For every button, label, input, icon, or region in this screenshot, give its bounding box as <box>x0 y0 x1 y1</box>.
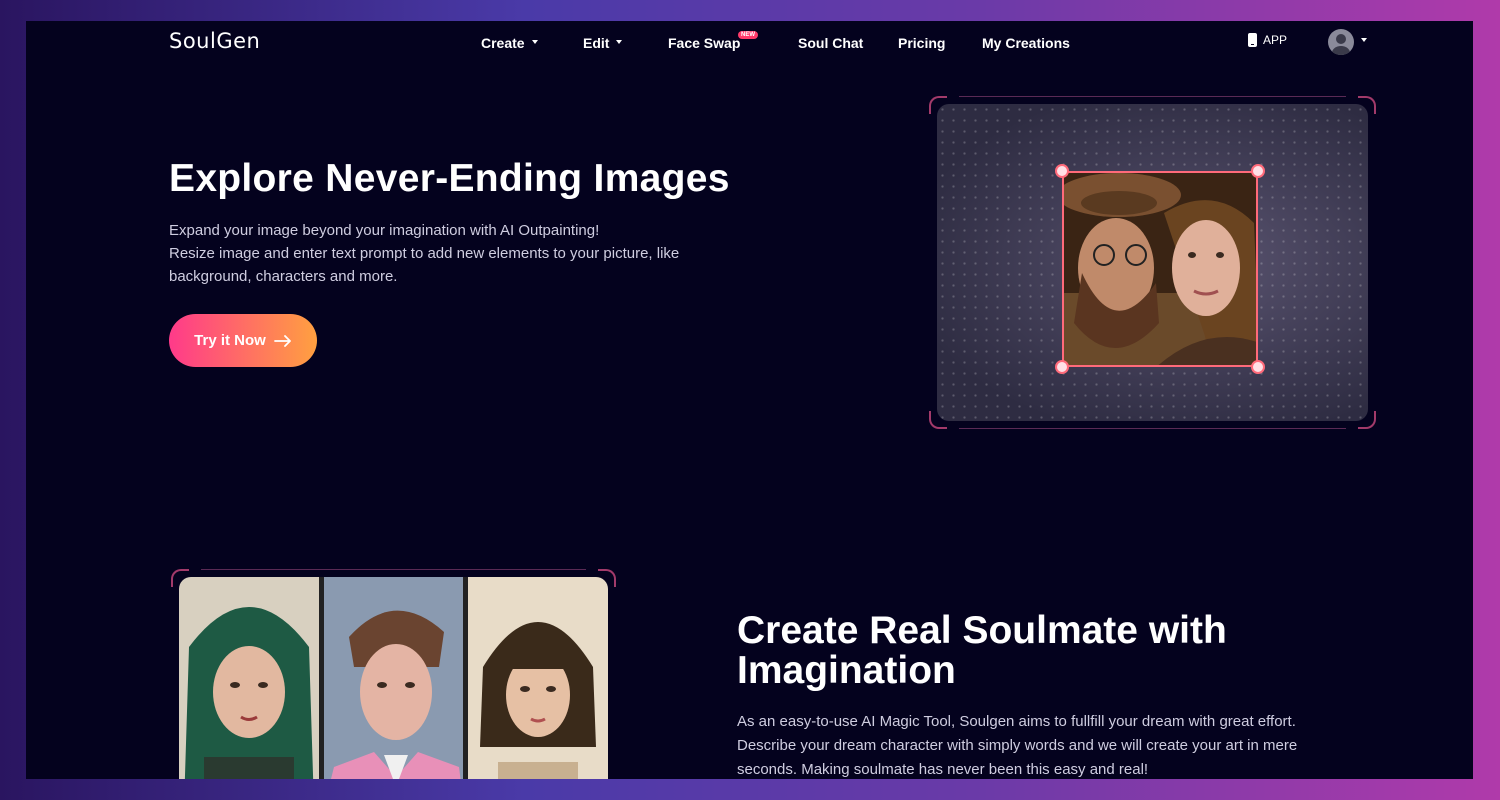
resize-handle-top-right[interactable] <box>1251 164 1265 178</box>
try-it-now-label: Try it Now <box>194 332 266 349</box>
hero-description: Expand your image beyond your imaginatio… <box>169 219 749 288</box>
page-frame: SoulGen Create Edit Face Swap NEW Soul C… <box>26 21 1473 779</box>
couple-illustration <box>1064 173 1256 365</box>
couple-photo <box>1062 171 1258 367</box>
hero-desc-line-1: Expand your image beyond your imaginatio… <box>169 222 600 239</box>
arrow-right-icon <box>273 334 291 347</box>
top-nav: SoulGen Create Edit Face Swap NEW Soul C… <box>26 21 1473 65</box>
nav-pricing[interactable]: Pricing <box>898 35 945 51</box>
gallery-image-bob-hair <box>468 577 608 779</box>
nav-create-label: Create <box>481 35 525 51</box>
logo[interactable]: SoulGen <box>169 29 260 53</box>
caret-down-icon <box>616 40 623 45</box>
nav-my-creations[interactable]: My Creations <box>982 35 1070 51</box>
resize-handle-bottom-right[interactable] <box>1251 360 1265 374</box>
nav-edit[interactable]: Edit <box>583 35 623 51</box>
try-it-now-button[interactable]: Try it Now <box>169 314 317 367</box>
outpainting-preview <box>929 96 1376 429</box>
gallery-strip <box>179 577 608 779</box>
nav-face-swap[interactable]: Face Swap NEW <box>668 31 758 51</box>
phone-icon <box>1248 33 1257 47</box>
nav-create[interactable]: Create <box>481 35 538 51</box>
user-avatar-icon <box>1328 29 1354 55</box>
new-badge: NEW <box>738 31 758 39</box>
resize-handle-top-left[interactable] <box>1055 164 1069 178</box>
section-title: Create Real Soulmate with Imagination <box>737 609 1227 692</box>
soulmate-gallery <box>171 569 616 779</box>
caret-down-icon <box>531 40 538 45</box>
caret-down-icon <box>1361 38 1367 42</box>
nav-edit-label: Edit <box>583 35 610 51</box>
gallery-image-man-pink <box>323 577 464 779</box>
app-label: APP <box>1263 33 1288 47</box>
hero-title: Explore Never-Ending Images <box>169 157 730 200</box>
app-download-button[interactable]: APP <box>1248 33 1287 47</box>
resize-handle-bottom-left[interactable] <box>1055 360 1069 374</box>
hero-desc-line-2: Resize image and enter text prompt to ad… <box>169 245 680 285</box>
nav-soul-chat[interactable]: Soul Chat <box>798 35 863 51</box>
nav-face-swap-label: Face Swap <box>668 35 741 51</box>
section-description: As an easy-to-use AI Magic Tool, Soulgen… <box>737 713 1298 778</box>
user-menu[interactable] <box>1328 29 1367 55</box>
outpainting-canvas <box>937 104 1368 421</box>
gallery-image-green-hair <box>179 577 319 779</box>
